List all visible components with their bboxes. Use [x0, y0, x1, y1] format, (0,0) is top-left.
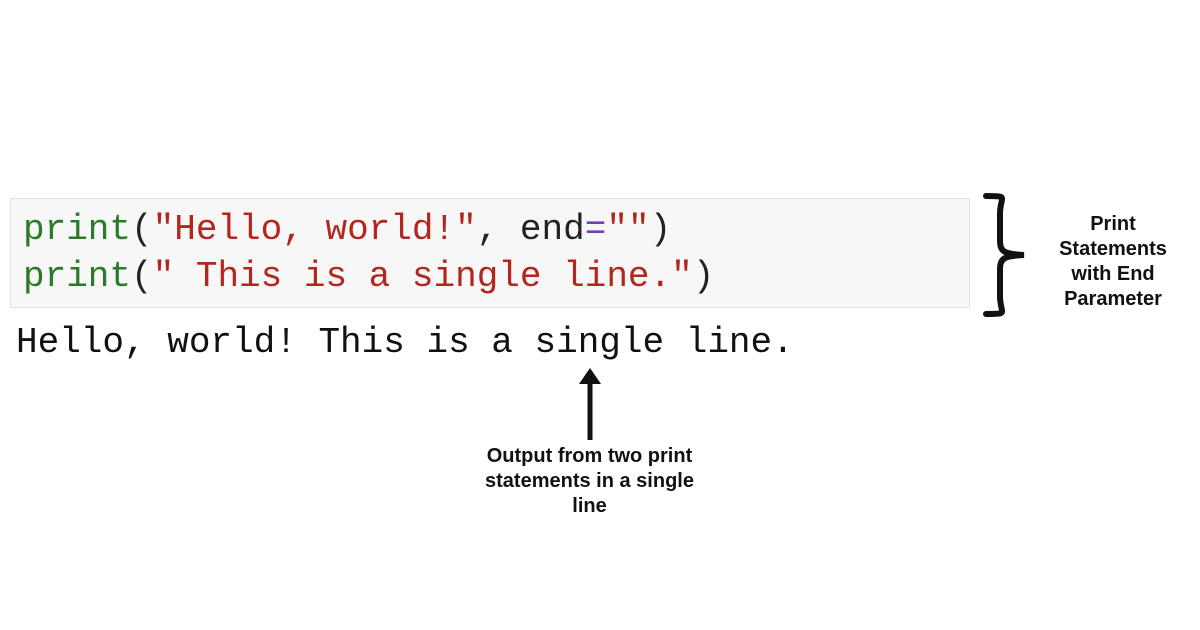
- token-close-paren: ): [650, 209, 672, 250]
- annotation-bottom: Output from two print statements in a si…: [482, 444, 697, 519]
- token-string: " This is a single line.": [153, 256, 693, 297]
- diagram-canvas: print("Hello, world!", end="") print(" T…: [0, 0, 1200, 630]
- token-func: print: [23, 209, 131, 250]
- token-string-empty: "": [606, 209, 649, 250]
- token-kwarg-end: end: [520, 209, 585, 250]
- code-block: print("Hello, world!", end="") print(" T…: [10, 198, 970, 308]
- token-equals: =: [585, 209, 607, 250]
- token-comma: ,: [477, 209, 520, 250]
- token-func: print: [23, 256, 131, 297]
- token-string: "Hello, world!": [153, 209, 477, 250]
- code-line-2: print(" This is a single line."): [23, 256, 714, 297]
- arrow-up-icon: [576, 368, 604, 440]
- output-text: Hello, world! This is a single line.: [16, 322, 794, 363]
- code-line-1: print("Hello, world!", end=""): [23, 209, 671, 250]
- token-open-paren: (: [131, 256, 153, 297]
- token-close-paren: ): [693, 256, 715, 297]
- curly-brace-icon: [980, 192, 1030, 318]
- annotation-right: Print Statements with End Parameter: [1038, 212, 1188, 312]
- token-open-paren: (: [131, 209, 153, 250]
